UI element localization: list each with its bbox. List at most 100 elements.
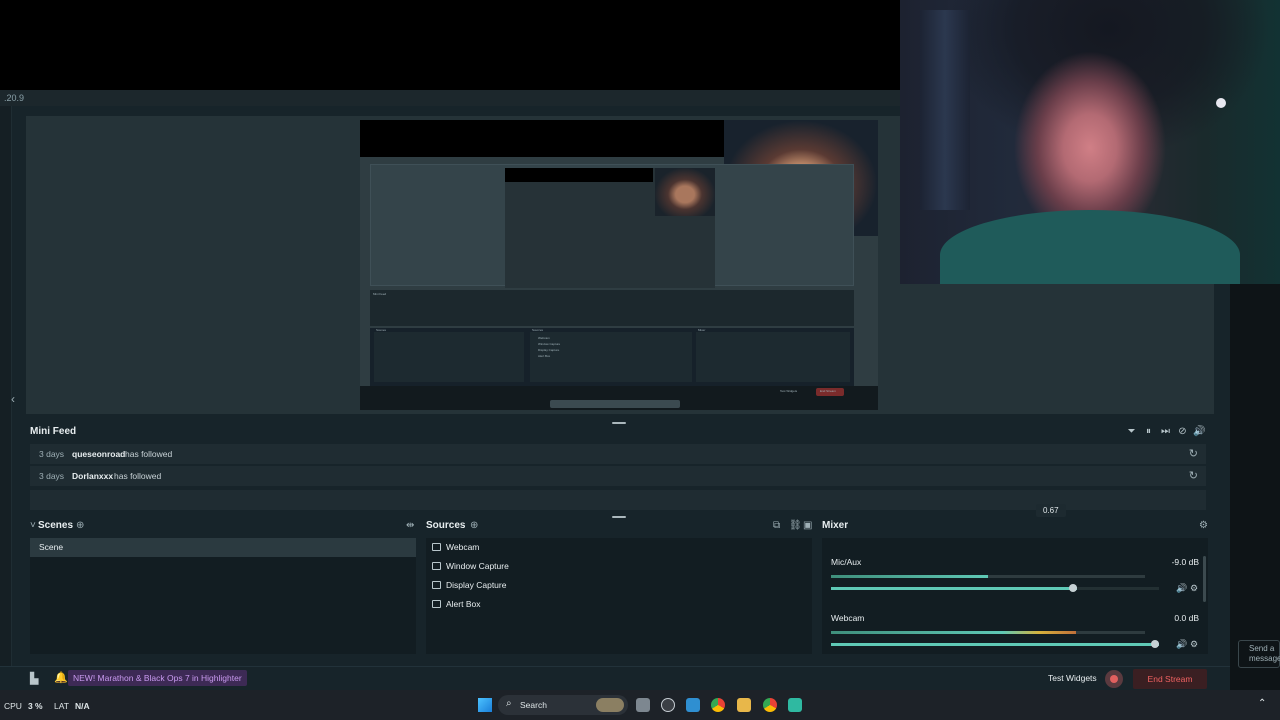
replay-icon[interactable]: ↻ [1189, 469, 1198, 482]
mute-icon[interactable]: ⊘ [1177, 425, 1188, 437]
record-button[interactable] [1105, 670, 1123, 688]
task-view-icon[interactable] [636, 698, 650, 712]
cpu-readout: CPU 3 % [4, 701, 43, 711]
preview-nested-label: End Stream [820, 389, 836, 393]
gear-icon[interactable]: ⚙ [1199, 520, 1208, 531]
volume-slider-knob[interactable] [1151, 640, 1159, 648]
lat-label: LAT [54, 701, 69, 711]
source-label: Webcam [446, 542, 480, 552]
mixer-channel-db: -9.0 dB [1171, 557, 1199, 567]
preview-nested-label: Mixer [698, 328, 706, 332]
scenes-panel: Scene [30, 538, 416, 654]
version-label: .20.9 [4, 93, 25, 103]
feed-item: 3 days Dorlanxxx has followed ↻ [30, 466, 1206, 486]
chrome-icon[interactable] [763, 698, 777, 712]
alert-box-icon [432, 600, 441, 608]
resize-handle[interactable] [612, 516, 626, 518]
audio-meter [831, 575, 1145, 578]
preview-nested-label: Display Capture [538, 348, 560, 352]
preview-black-region [360, 120, 724, 157]
cpu-value: 3 % [27, 701, 43, 711]
mixer-channel-name: Webcam [831, 613, 865, 623]
left-rail [0, 106, 12, 666]
audio-meter [831, 631, 1145, 634]
feed-action: has followed [114, 471, 162, 481]
notification-icon[interactable]: 🔔 [54, 671, 68, 684]
preview-nested-label: Window Capture [538, 342, 561, 346]
preview-nested-label: Mini Feed [373, 292, 387, 296]
replay-icon[interactable]: ↻ [1189, 447, 1198, 460]
volume-slider-fill [831, 587, 1077, 590]
sources-panel: Webcam Window Capture Display Capture Al… [426, 538, 812, 654]
mini-feed-title: Mini Feed [30, 426, 77, 437]
volume-icon[interactable]: 🔊 [1193, 425, 1205, 437]
source-item[interactable]: Display Capture [432, 576, 506, 594]
display-icon [432, 581, 441, 589]
collapse-left-icon[interactable]: ‹ [11, 392, 15, 406]
source-group-icon[interactable]: ⧉ [773, 520, 780, 531]
editor-footer: ▙ 🔔 NEW! Marathon & Black Ops 7 in Highl… [0, 666, 1230, 690]
taskbar-search[interactable]: ⌕ Search [498, 695, 628, 715]
streamlabs-icon[interactable] [788, 698, 802, 712]
taskbar: CPU 3 % LAT N/A ⌕ Search ⌃ [0, 690, 1280, 720]
scene-item[interactable]: Scene [30, 538, 416, 557]
tray-chevron-up-icon[interactable]: ⌃ [1258, 698, 1266, 709]
chat-send-message[interactable]: Send a message [1238, 640, 1280, 668]
mixer-scrollbar[interactable] [1203, 556, 1206, 602]
source-item[interactable]: Webcam [432, 538, 479, 556]
feed-user[interactable]: queseonroad [72, 449, 125, 459]
source-item[interactable]: Window Capture [432, 557, 509, 575]
source-link-icon[interactable]: ⛓ [789, 520, 802, 531]
preview-nested-docks: Scenes Sources Mixer Webcam Window Captu… [370, 328, 854, 386]
test-widgets-button[interactable]: Test Widgets [1048, 673, 1097, 683]
file-app-icon[interactable] [686, 698, 700, 712]
title-bar: .20.9 [0, 90, 900, 106]
mixer-panel [822, 538, 1208, 654]
skip-icon[interactable]: ⏭ [1160, 425, 1171, 437]
browser-icon[interactable] [711, 698, 725, 712]
folder-icon[interactable] [737, 698, 751, 712]
add-scene-icon[interactable]: ⊕ [76, 520, 84, 531]
chat-panel-edge [1230, 284, 1280, 690]
volume-slider-knob[interactable] [1069, 584, 1077, 592]
4k-app-icon[interactable] [661, 698, 675, 712]
volume-slider[interactable] [831, 584, 1159, 592]
top-black-area [0, 0, 900, 90]
feed-time: 3 days [39, 449, 65, 459]
gear-icon[interactable]: ⚙ [1190, 639, 1198, 650]
add-source-icon[interactable]: ⊕ [470, 520, 478, 531]
source-folder-icon[interactable]: ▣ [803, 520, 812, 531]
volume-slider[interactable] [831, 640, 1159, 648]
filter-icon[interactable]: ⏷ [1126, 425, 1137, 437]
search-icon: ⌕ [506, 698, 512, 709]
webcam-overlay [900, 0, 1280, 284]
scene-transition-icon[interactable]: ⇹ [406, 520, 414, 531]
source-label: Display Capture [446, 580, 507, 590]
source-label: Window Capture [446, 561, 509, 571]
collapse-icon[interactable]: ˅ [30, 520, 36, 531]
scene-label: Scene [39, 542, 64, 552]
promo-banner[interactable]: NEW! Marathon & Black Ops 7 in Highlight… [68, 670, 247, 686]
stats-icon[interactable]: ▙ [30, 672, 38, 685]
volume-slider-fill [831, 643, 1159, 646]
source-label: Alert Box [446, 599, 481, 609]
preview-nested-preview [505, 168, 715, 288]
feed-user[interactable]: Dorlanxxx [72, 471, 113, 481]
mini-feed-controls: ⏷ ⏸ ⏭ ⊘ 🔊 [1126, 425, 1206, 437]
search-label: Search [520, 700, 547, 710]
windows-start-icon[interactable] [478, 698, 492, 712]
scenes-title: Scenes [38, 520, 74, 531]
resize-handle[interactable] [612, 422, 626, 424]
preview-nested-label: Alert Box [538, 354, 551, 358]
gear-icon[interactable]: ⚙ [1190, 583, 1198, 594]
sources-title: Sources [426, 520, 466, 531]
webcam-icon [432, 543, 441, 551]
mixer-title: Mixer [822, 520, 849, 531]
volume-icon[interactable]: 🔊 [1176, 583, 1187, 594]
end-stream-button[interactable]: End Stream [1133, 669, 1207, 689]
volume-icon[interactable]: 🔊 [1176, 639, 1187, 650]
source-item[interactable]: Alert Box [432, 595, 481, 613]
volume-tooltip: 0.67 [1036, 504, 1066, 517]
stream-preview-canvas[interactable]: Mini Feed Scenes Sources Mixer Webcam Wi… [360, 120, 878, 410]
pause-icon[interactable]: ⏸ [1143, 425, 1154, 437]
